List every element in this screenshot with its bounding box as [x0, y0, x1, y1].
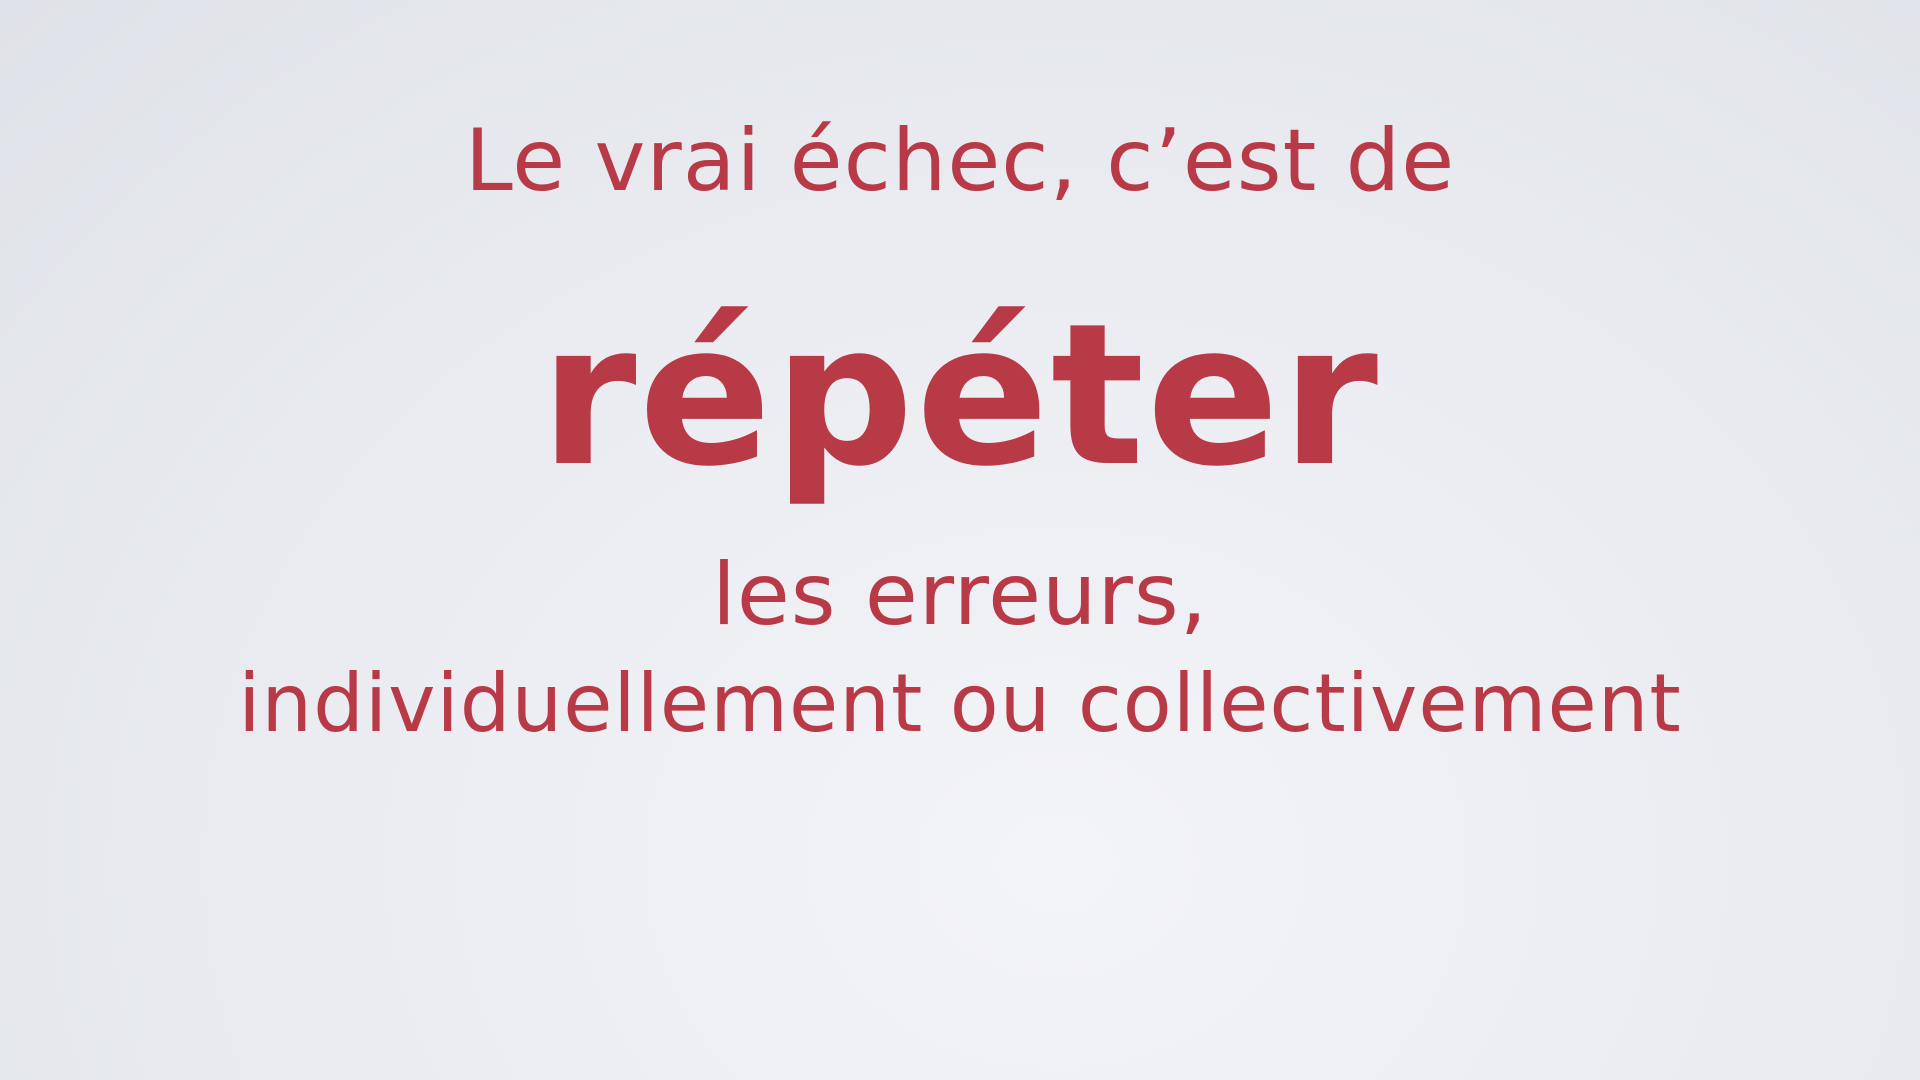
quote-line-intro: Le vrai échec, c’est de — [464, 111, 1456, 211]
quote-line-conclusion: individuellement ou collectivement — [238, 657, 1682, 750]
quote-keyword: répéter — [539, 282, 1381, 510]
slide: Le vrai échec, c’est de répéter les erre… — [0, 0, 1920, 1080]
quote-line-errors: les erreurs, — [711, 545, 1209, 645]
